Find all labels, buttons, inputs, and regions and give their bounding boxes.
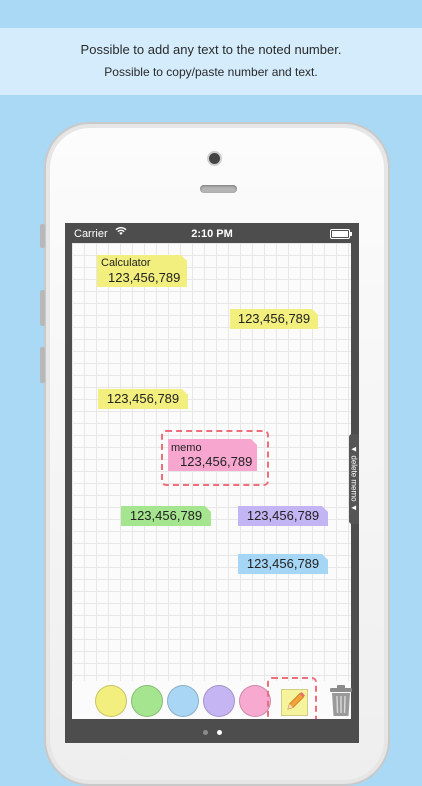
- memo-board[interactable]: Calculator 123,456,789 123,456,789 123,4…: [72, 243, 351, 681]
- caption-line-1: Possible to add any text to the noted nu…: [80, 42, 342, 57]
- page-dot-1[interactable]: [203, 730, 208, 735]
- purple-note-button[interactable]: [203, 685, 235, 717]
- note-value: 123,456,789: [180, 454, 253, 469]
- delete-memo-drawer-tab[interactable]: ▼ delete memo ▼: [349, 434, 359, 524]
- blue-note-button[interactable]: [167, 685, 199, 717]
- sticky-note[interactable]: Calculator 123,456,789: [97, 255, 187, 287]
- caption-line-2: Possible to copy/paste number and text.: [104, 65, 318, 79]
- sticky-note[interactable]: 123,456,789: [238, 506, 328, 526]
- battery-icon: [330, 229, 352, 239]
- pencil-icon: [287, 692, 305, 710]
- yellow-note-button[interactable]: [95, 685, 127, 717]
- volume-down-button: [40, 347, 45, 383]
- green-note-button[interactable]: [131, 685, 163, 717]
- device-screen: Carrier 2:10 PM Calculator 123,456,789 1…: [65, 223, 359, 743]
- note-value: 123,456,789: [108, 270, 181, 285]
- note-label: memo: [171, 442, 202, 454]
- bottom-toolbar: [72, 677, 353, 725]
- trash-icon[interactable]: [329, 684, 353, 722]
- sticky-note[interactable]: 123,456,789: [121, 506, 211, 526]
- page-dot-2-active[interactable]: [217, 730, 222, 735]
- camera-icon: [209, 153, 220, 164]
- new-memo-button[interactable]: [281, 689, 308, 716]
- sticky-note[interactable]: 123,456,789: [98, 389, 188, 409]
- status-bar: Carrier 2:10 PM: [65, 223, 359, 243]
- page-indicator[interactable]: [65, 719, 359, 743]
- speaker-grille: [200, 185, 237, 193]
- volume-up-button: [40, 290, 45, 326]
- sticky-note[interactable]: 123,456,789: [238, 554, 328, 574]
- drawer-label: ▼ delete memo ▼: [349, 445, 359, 512]
- sticky-note-selected[interactable]: memo 123,456,789: [168, 439, 257, 471]
- note-label: Calculator: [101, 257, 151, 269]
- mute-switch: [40, 224, 45, 248]
- sticky-note[interactable]: 123,456,789: [230, 309, 318, 329]
- status-time: 2:10 PM: [191, 228, 233, 240]
- caption-banner: Possible to add any text to the noted nu…: [0, 28, 422, 95]
